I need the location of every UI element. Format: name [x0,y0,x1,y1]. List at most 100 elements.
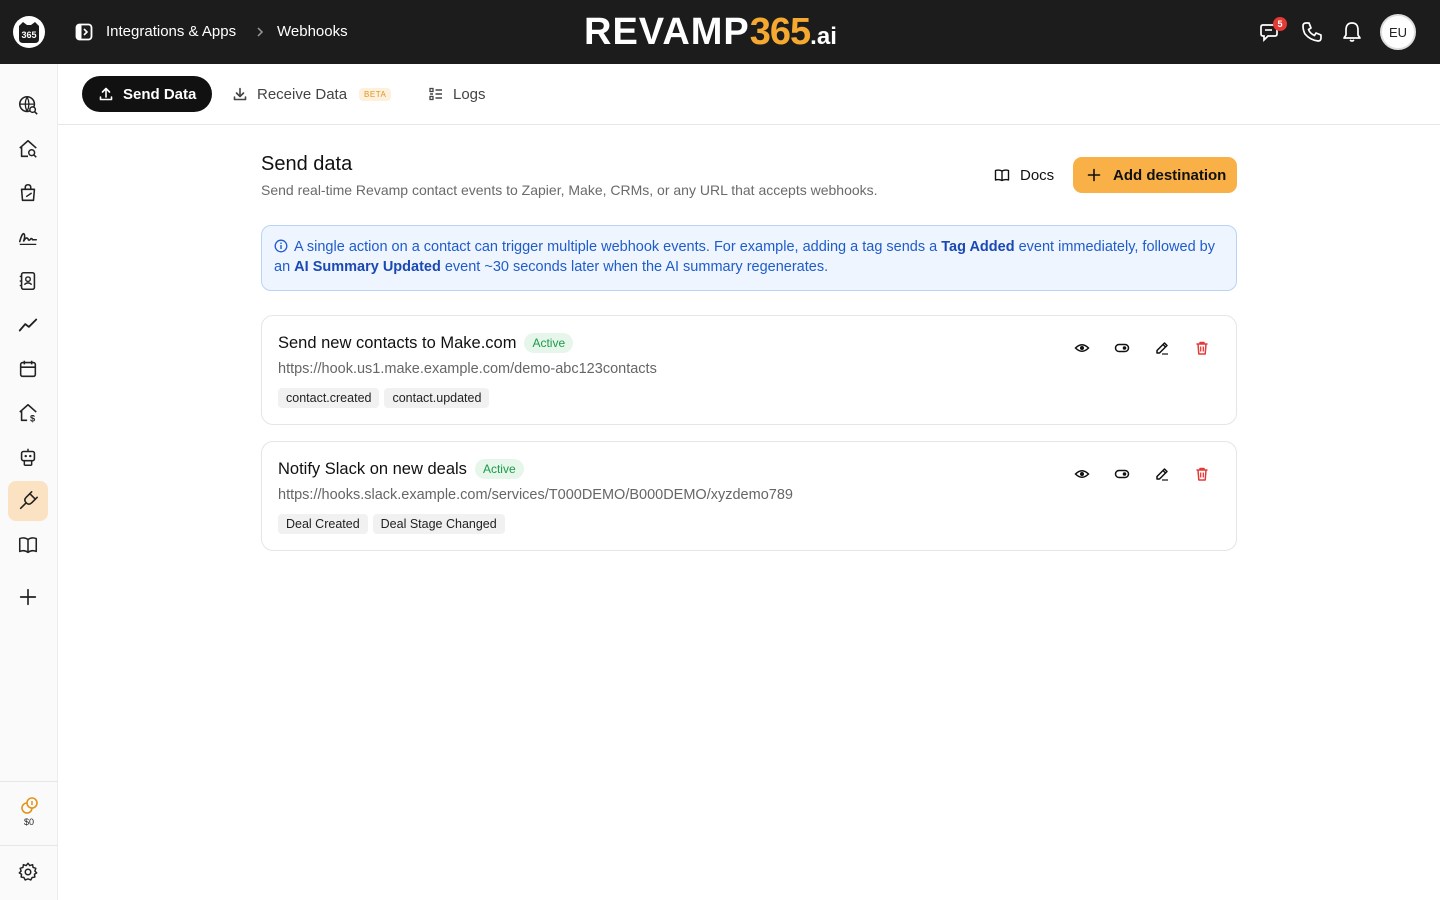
download-icon [233,87,247,101]
eye-icon [1074,344,1090,352]
trend-icon [18,318,38,332]
trash-icon [1196,341,1208,355]
bell-icon[interactable] [1340,20,1364,44]
chevron-right-icon [257,27,264,37]
delete-button[interactable] [1192,338,1212,358]
brand-number: 365 [749,11,811,53]
info-event-ai-summary: AI Summary Updated [294,259,441,275]
top-bar: 365 Integrations & Apps Webhooks REVAMP 3… [0,0,1440,64]
docs-label: Docs [1020,166,1055,184]
plus-icon [1087,168,1101,182]
plug-icon [19,491,38,510]
robot-icon [20,448,36,466]
sidebar-item-properties[interactable] [8,129,48,169]
info-event-tag-added: Tag Added [941,239,1015,255]
destination-card: Send new contacts to Make.com Active htt… [261,315,1237,425]
sidebar-item-contacts[interactable] [8,261,48,301]
credits-widget[interactable]: $0 [8,796,50,836]
tab-send-data[interactable]: Send Data [82,76,213,112]
app-logo[interactable]: 365 [13,16,45,48]
sidebar-item-ai-agent[interactable] [8,437,48,477]
page-title: Send data [261,153,353,175]
event-tag: Deal Stage Changed [372,514,505,534]
book-icon [18,537,38,554]
destination-url: https://hook.us1.make.example.com/demo-a… [278,361,657,377]
phone-icon[interactable] [1300,20,1324,44]
edit-button[interactable] [1152,464,1172,484]
sidebar: $ $0 [0,64,58,900]
book-open-icon [994,169,1010,182]
sidebar-divider [0,781,58,782]
add-destination-label: Add destination [1113,166,1227,184]
toggle-icon [1114,469,1130,479]
sidebar-item-signatures[interactable] [8,217,48,257]
destination-title: Notify Slack on new deals Active [278,459,524,479]
tab-bar: Send Data Receive Data BETA Logs [58,64,1440,125]
signature-icon [18,232,38,245]
sidebar-item-calendar[interactable] [8,349,48,389]
home-dollar-icon: $ [19,403,37,423]
trash-icon [1196,467,1208,481]
tab-receive-data[interactable]: Receive Data BETA [232,76,392,112]
svg-text:365: 365 [21,30,36,40]
app-logo-icon: 365 [19,22,39,43]
info-banner: A single action on a contact can trigger… [261,225,1237,291]
status-badge: Active [474,459,524,479]
event-tag: contact.created [278,388,380,408]
breadcrumb-webhooks: Webhooks [277,23,348,40]
delete-button[interactable] [1192,464,1212,484]
svg-text:$: $ [30,413,35,423]
brand-suffix: .ai [810,23,837,50]
tab-logs[interactable]: Logs [428,76,486,112]
plus-icon [19,588,37,606]
sidebar-add-button[interactable] [8,577,48,617]
tab-send-data-label: Send Data [123,85,197,103]
event-tag: Deal Created [278,514,368,534]
bag-icon [20,183,36,202]
destination-name: Send new contacts to Make.com [278,333,517,352]
credits-amount: $0 [23,817,34,827]
page-subtitle: Send real-time Revamp contact events to … [261,182,878,198]
event-tags: Deal Created Deal Stage Changed [278,514,510,534]
destination-title: Send new contacts to Make.com Active [278,333,574,353]
add-destination-button[interactable]: Add destination [1073,157,1237,193]
pencil-icon [1156,468,1168,481]
breadcrumb-integrations[interactable]: Integrations & Apps [106,22,236,42]
status-badge: Active [524,333,574,353]
brand-logo: REVAMP 365 .ai [584,13,837,51]
pencil-icon [1156,342,1168,355]
coins-icon [21,797,38,814]
docs-button[interactable]: Docs [986,160,1062,190]
contacts-icon [19,271,36,291]
tab-receive-data-label: Receive Data [257,85,348,103]
view-button[interactable] [1072,464,1092,484]
notification-badge: 5 [1273,17,1287,31]
toggle-button[interactable] [1112,464,1132,484]
sidebar-item-integrations[interactable] [8,481,48,521]
upload-icon [99,87,113,101]
sidebar-item-home-value[interactable]: $ [8,393,48,433]
home-search-icon [19,139,37,158]
edit-button[interactable] [1152,338,1172,358]
destination-name: Notify Slack on new deals [278,459,467,478]
sidebar-toggle-icon[interactable] [75,23,93,41]
sidebar-item-deals[interactable] [8,173,48,213]
view-button[interactable] [1072,338,1092,358]
sidebar-item-explore[interactable] [8,85,48,125]
user-avatar[interactable]: EU [1380,14,1416,50]
event-tags: contact.created contact.updated [278,388,494,408]
tab-logs-label: Logs [453,85,486,103]
info-text: A single action on a contact can trigger… [294,239,938,255]
info-icon [274,239,288,253]
globe-search-icon [18,95,38,115]
event-tag: contact.updated [384,388,490,408]
calendar-icon [19,360,37,378]
toggle-icon [1114,343,1130,353]
sidebar-item-settings[interactable] [8,852,48,892]
destination-card: Notify Slack on new deals Active https:/… [261,441,1237,551]
sidebar-item-knowledge[interactable] [8,525,48,565]
toggle-button[interactable] [1112,338,1132,358]
sidebar-item-analytics[interactable] [8,305,48,345]
brand-name: REVAMP [584,11,750,53]
eye-icon [1074,470,1090,478]
